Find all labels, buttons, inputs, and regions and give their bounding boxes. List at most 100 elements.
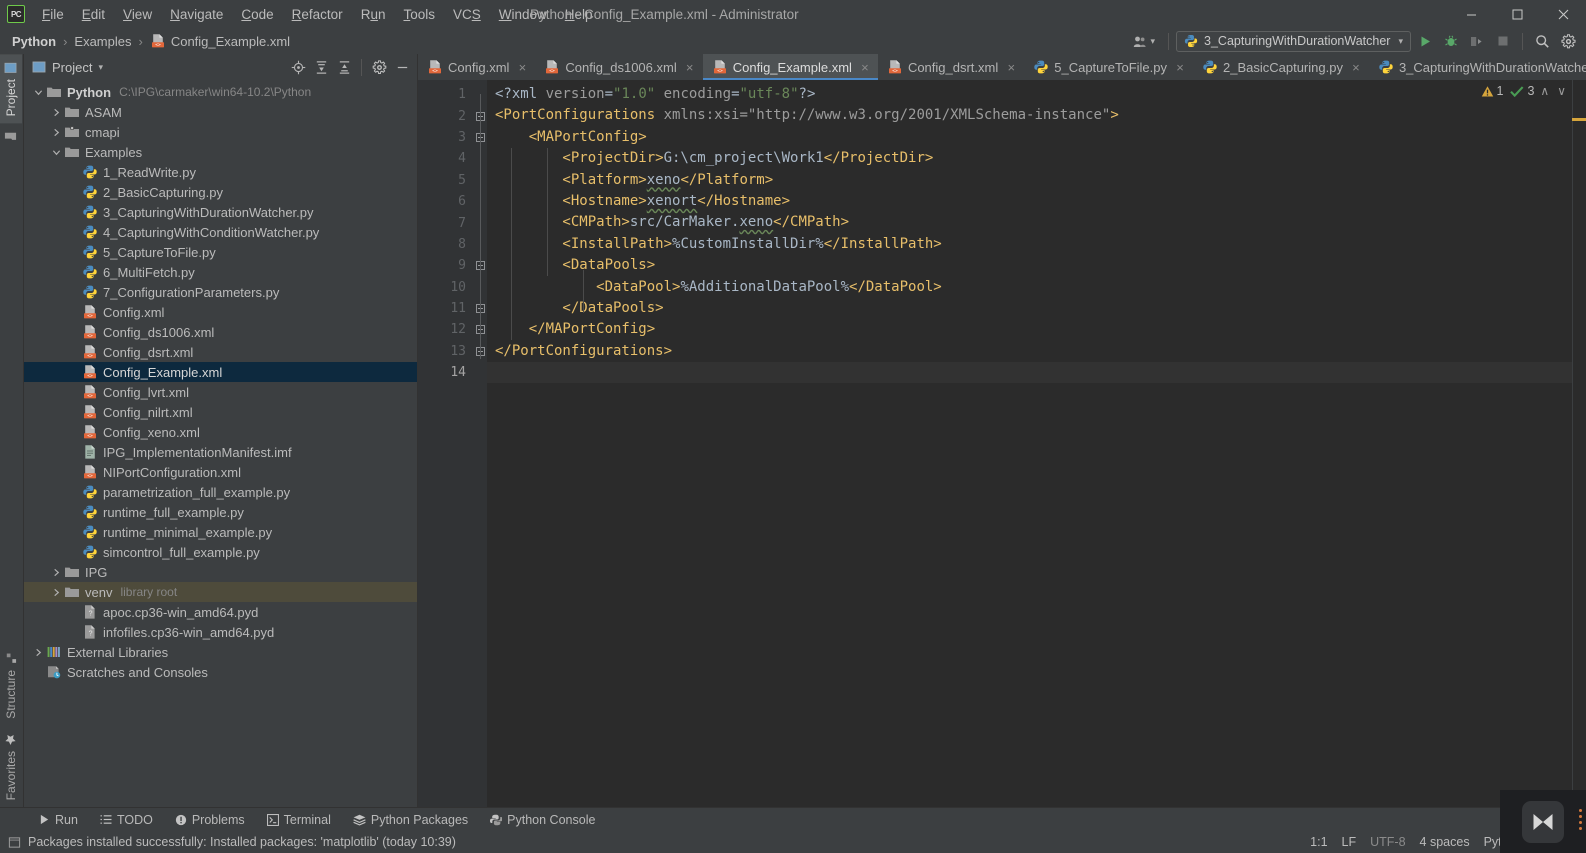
menu-item-code[interactable]: Code bbox=[232, 3, 282, 26]
tree-row[interactable]: <> NIPortConfiguration.xml bbox=[24, 462, 417, 482]
tree-row[interactable]: <> Config_nilrt.xml bbox=[24, 402, 417, 422]
coverage-button[interactable] bbox=[1465, 30, 1489, 52]
code-line[interactable]: <Platform>xeno</Platform> bbox=[487, 170, 1572, 191]
line-number[interactable]: 13 bbox=[418, 341, 474, 362]
sidebar-item-project[interactable]: Project bbox=[0, 54, 22, 124]
project-tree[interactable]: Python C:\IPG\carmaker\win64-10.2\Python A… bbox=[24, 80, 417, 807]
search-icon[interactable] bbox=[1530, 30, 1554, 52]
tree-row[interactable]: cmapi bbox=[24, 122, 417, 142]
code-line[interactable]: <ProjectDir>G:\cm_project\Work1</Project… bbox=[487, 148, 1572, 169]
menu-item-vcs[interactable]: VCS bbox=[444, 3, 490, 26]
chevron-right-icon[interactable] bbox=[48, 568, 64, 577]
editor-tab[interactable]: 3_CapturingWithDurationWatcher.py bbox=[1369, 54, 1586, 80]
tab-close-icon[interactable]: × bbox=[1005, 60, 1017, 75]
caret-position[interactable]: 1:1 bbox=[1310, 835, 1327, 849]
code-line[interactable]: <InstallPath>%CustomInstallDir%</Install… bbox=[487, 234, 1572, 255]
line-number[interactable]: 12 bbox=[418, 319, 474, 340]
locate-icon[interactable] bbox=[287, 56, 309, 78]
stop-button[interactable] bbox=[1491, 30, 1515, 52]
sidebar-item-structure[interactable]: Structure bbox=[0, 645, 22, 726]
tree-row[interactable]: venv library root bbox=[24, 582, 417, 602]
line-number[interactable]: 10 bbox=[418, 277, 474, 298]
code-line[interactable]: <CMPath>src/CarMaker.xeno</CMPath> bbox=[487, 212, 1572, 233]
tree-row[interactable]: 3_CapturingWithDurationWatcher.py bbox=[24, 202, 417, 222]
line-number[interactable]: 7 bbox=[418, 212, 474, 233]
menu-item-file[interactable]: File bbox=[33, 3, 73, 26]
chevron-right-icon[interactable] bbox=[48, 588, 64, 597]
line-number[interactable]: 4 bbox=[418, 148, 474, 169]
tree-row[interactable]: Scratches and Consoles bbox=[24, 662, 417, 682]
editor-tab[interactable]: <> Config_dsrt.xml × bbox=[878, 54, 1024, 80]
tree-row[interactable]: <> Config_Example.xml bbox=[24, 362, 417, 382]
chevron-right-icon[interactable] bbox=[30, 648, 46, 657]
inspection-widget[interactable]: 1 3 ∧ ∨ bbox=[1481, 84, 1569, 98]
tree-row[interactable]: Python C:\IPG\carmaker\win64-10.2\Python bbox=[24, 82, 417, 102]
line-number[interactable]: 6 bbox=[418, 191, 474, 212]
line-number[interactable]: 14 bbox=[418, 362, 474, 383]
settings-gear-icon[interactable] bbox=[1556, 30, 1580, 52]
overlay-handle-dots[interactable] bbox=[1579, 809, 1582, 830]
code-line[interactable]: <DataPool>%AdditionalDataPool%</DataPool… bbox=[487, 277, 1572, 298]
line-number[interactable]: 3 bbox=[418, 127, 474, 148]
tree-row[interactable]: 7_ConfigurationParameters.py bbox=[24, 282, 417, 302]
project-panel-title[interactable]: Project ▾ bbox=[32, 60, 103, 75]
line-number[interactable]: 2 bbox=[418, 105, 474, 126]
code-line[interactable]: </DataPools> bbox=[487, 298, 1572, 319]
line-separator[interactable]: LF bbox=[1342, 835, 1357, 849]
tree-row[interactable]: 5_CaptureToFile.py bbox=[24, 242, 417, 262]
menu-item-tools[interactable]: Tools bbox=[394, 3, 444, 26]
code-line[interactable]: <?xml version="1.0" encoding="utf-8"?> bbox=[487, 84, 1572, 105]
editor-tab[interactable]: <> Config.xml × bbox=[418, 54, 535, 80]
file-encoding[interactable]: UTF-8 bbox=[1370, 835, 1405, 849]
tree-row[interactable]: ? infofiles.cp36-win_amd64.pyd bbox=[24, 622, 417, 642]
expand-all-icon[interactable] bbox=[310, 56, 332, 78]
bottom-tool-problems[interactable]: Problems bbox=[164, 810, 256, 830]
tab-close-icon[interactable]: × bbox=[684, 60, 696, 75]
run-button[interactable] bbox=[1413, 30, 1437, 52]
overlay-play-button[interactable] bbox=[1522, 800, 1564, 843]
run-configuration-selector[interactable]: 3_CapturingWithDurationWatcher ▾ bbox=[1176, 30, 1411, 52]
line-number[interactable]: 9 bbox=[418, 255, 474, 276]
code-line[interactable] bbox=[487, 362, 1572, 384]
tree-row[interactable]: External Libraries bbox=[24, 642, 417, 662]
tree-row[interactable]: runtime_full_example.py bbox=[24, 502, 417, 522]
menu-item-run[interactable]: Run bbox=[352, 3, 395, 26]
previous-highlight-icon[interactable]: ∧ bbox=[1538, 84, 1551, 98]
tree-row[interactable]: parametrization_full_example.py bbox=[24, 482, 417, 502]
tab-close-icon[interactable]: × bbox=[516, 60, 528, 75]
error-stripe-gutter[interactable] bbox=[1572, 80, 1586, 807]
tree-row[interactable]: 2_BasicCapturing.py bbox=[24, 182, 417, 202]
tree-row[interactable]: IPG_ImplementationManifest.imf bbox=[24, 442, 417, 462]
bottom-tool-python-console[interactable]: Python Console bbox=[479, 810, 606, 830]
user-account-icon[interactable]: ▾ bbox=[1127, 33, 1162, 50]
editor-tab[interactable]: 5_CaptureToFile.py × bbox=[1024, 54, 1193, 80]
tree-row[interactable]: ASAM bbox=[24, 102, 417, 122]
line-number[interactable]: 8 bbox=[418, 234, 474, 255]
line-number[interactable]: 5 bbox=[418, 170, 474, 191]
warning-count-indicator[interactable]: 1 bbox=[1481, 84, 1503, 98]
minimize-button[interactable] bbox=[1448, 0, 1494, 28]
code-line[interactable]: </MAPortConfig> bbox=[487, 319, 1572, 340]
tree-row[interactable]: 4_CapturingWithConditionWatcher.py bbox=[24, 222, 417, 242]
breadcrumb-item-0[interactable]: Python bbox=[12, 34, 56, 49]
editor-tab[interactable]: 2_BasicCapturing.py × bbox=[1193, 54, 1369, 80]
editor-tab[interactable]: <> Config_ds1006.xml × bbox=[535, 54, 702, 80]
indent-setting[interactable]: 4 spaces bbox=[1420, 835, 1470, 849]
collapse-all-icon[interactable] bbox=[333, 56, 355, 78]
tree-row[interactable]: <> Config_ds1006.xml bbox=[24, 322, 417, 342]
tab-close-icon[interactable]: × bbox=[1174, 60, 1186, 75]
screen-recorder-overlay[interactable] bbox=[1500, 790, 1586, 853]
tab-close-icon[interactable]: × bbox=[1350, 60, 1362, 75]
chevron-down-icon[interactable] bbox=[30, 88, 46, 97]
breadcrumb-item-2[interactable]: <> Config_Example.xml bbox=[150, 33, 290, 49]
bottom-tool-terminal[interactable]: Terminal bbox=[256, 810, 342, 830]
code-line[interactable]: <PortConfigurations xmlns:xsi="http://ww… bbox=[487, 105, 1572, 126]
tree-row[interactable]: <> Config_lvrt.xml bbox=[24, 382, 417, 402]
code-line[interactable]: <Hostname>xenort</Hostname> bbox=[487, 191, 1572, 212]
chevron-right-icon[interactable] bbox=[48, 128, 64, 137]
sidebar-item-favorites[interactable]: Favorites bbox=[0, 726, 22, 807]
chevron-down-icon[interactable] bbox=[48, 148, 64, 157]
next-highlight-icon[interactable]: ∨ bbox=[1555, 84, 1568, 98]
line-number[interactable]: 1 bbox=[418, 84, 474, 105]
code-line[interactable]: </PortConfigurations> bbox=[487, 341, 1572, 362]
